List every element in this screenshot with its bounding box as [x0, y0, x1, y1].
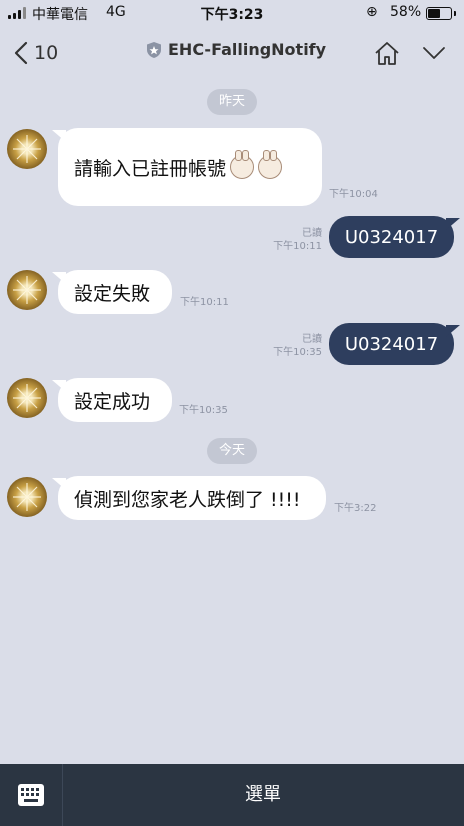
- message-time: 下午10:35: [273, 347, 322, 358]
- message-text: 設定成功: [74, 390, 151, 413]
- message-text: 偵測到您家老人跌倒了 !!!!: [74, 488, 301, 511]
- chat-title-group[interactable]: EHC-FallingNotify: [146, 40, 326, 59]
- bunny-sticker-icon: [258, 150, 283, 179]
- battery-icon: [426, 7, 456, 20]
- bottom-menu-bar: 選單: [0, 764, 464, 826]
- read-receipt: 已讀: [302, 334, 322, 345]
- avatar[interactable]: [7, 129, 47, 169]
- incoming-message-bubble[interactable]: 請輸入已註冊帳號: [52, 128, 322, 206]
- chat-title: EHC-FallingNotify: [168, 40, 327, 59]
- incoming-message-bubble[interactable]: 偵測到您家老人跌倒了 !!!!: [52, 476, 326, 520]
- message-text: 設定失敗: [74, 282, 151, 305]
- date-separator-today: 今天: [206, 438, 258, 464]
- message-text: U0324017: [344, 226, 439, 248]
- message-time: 下午3:22: [334, 503, 377, 514]
- avatar[interactable]: [7, 378, 47, 418]
- outgoing-message-bubble[interactable]: U0324017: [329, 216, 460, 258]
- message-time: 下午10:11: [273, 241, 322, 252]
- date-separator-yesterday: 昨天: [206, 89, 258, 115]
- incoming-message-bubble[interactable]: 設定失敗: [52, 270, 172, 314]
- outgoing-message-bubble[interactable]: U0324017: [329, 323, 460, 365]
- back-arrow-icon[interactable]: [12, 40, 32, 66]
- message-time: 下午10:04: [329, 189, 378, 200]
- unread-count[interactable]: 10: [34, 42, 58, 64]
- message-time: 下午10:11: [180, 297, 229, 308]
- incoming-message-bubble[interactable]: 設定成功: [52, 378, 172, 422]
- status-bar: 中華電信 4G 下午3:23 ⊕ 58%: [0, 0, 464, 24]
- read-receipt: 已讀: [302, 228, 322, 239]
- message-time: 下午10:35: [179, 405, 228, 416]
- orientation-lock-icon: ⊕: [366, 4, 378, 20]
- message-text: U0324017: [344, 333, 439, 355]
- chevron-down-icon[interactable]: [422, 46, 446, 60]
- menu-button[interactable]: 選單: [62, 764, 464, 826]
- keyboard-icon: [18, 784, 44, 806]
- keyboard-toggle-button[interactable]: [0, 764, 63, 826]
- avatar[interactable]: [7, 477, 47, 517]
- chat-header: 10 EHC-FallingNotify: [0, 26, 464, 82]
- bunny-sticker-icon: [230, 150, 255, 179]
- message-text: 請輸入已註冊帳號: [74, 157, 227, 180]
- home-icon[interactable]: [373, 40, 401, 66]
- shield-icon: [147, 41, 161, 58]
- avatar[interactable]: [7, 270, 47, 310]
- battery-percent: 58%: [390, 4, 422, 20]
